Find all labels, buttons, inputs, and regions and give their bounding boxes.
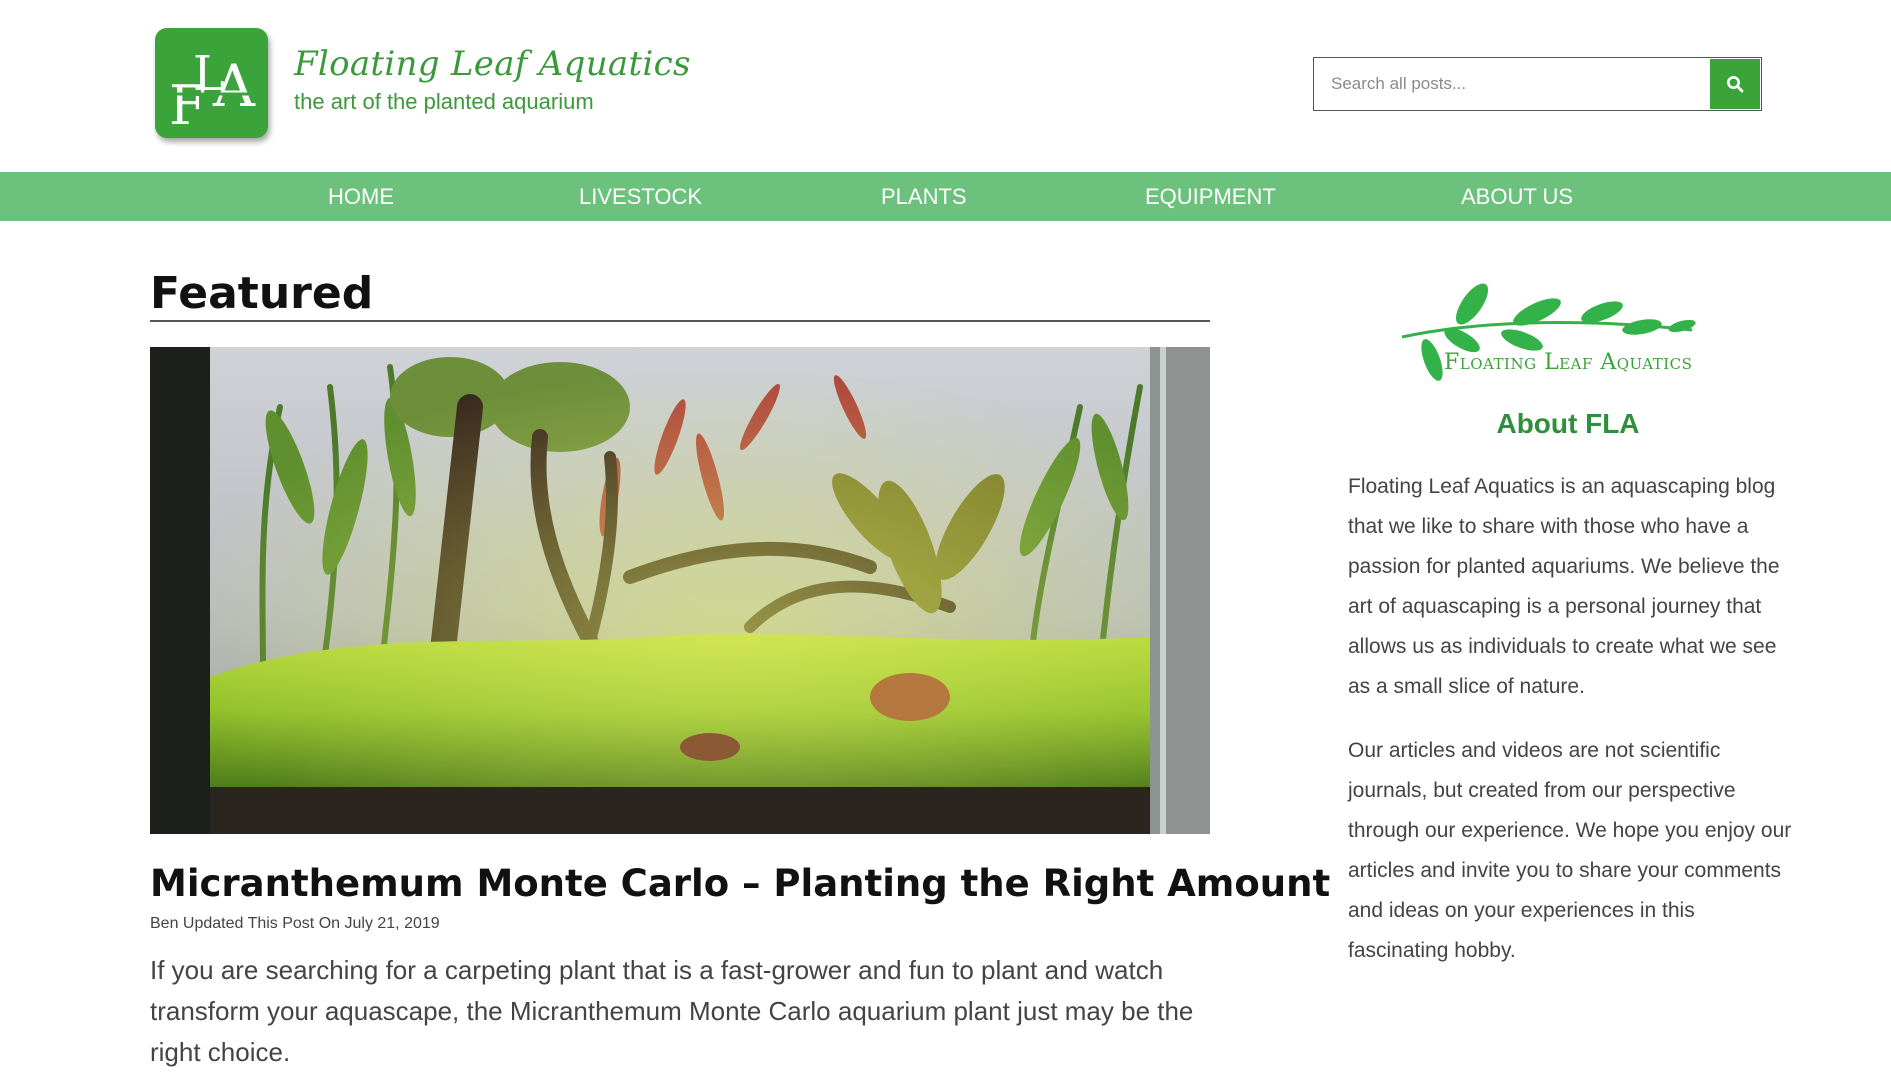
search-form: [1313, 57, 1762, 111]
about-paragraph-2: Our articles and videos are not scientif…: [1348, 739, 1792, 962]
nav-item-plants[interactable]: PLANTS: [881, 172, 967, 221]
aquarium-photo: [150, 347, 1210, 834]
nav-item-about-us[interactable]: ABOUT US: [1461, 172, 1573, 221]
site-header: F L A Floating Leaf Aquatics the art of …: [0, 0, 1891, 172]
search-icon: [1727, 76, 1744, 93]
search-button[interactable]: [1710, 59, 1760, 109]
search-input[interactable]: [1314, 58, 1710, 110]
nav-item-home[interactable]: HOME: [328, 172, 394, 221]
site-tagline: the art of the planted aquarium: [294, 89, 594, 114]
section-heading-featured: Featured: [150, 268, 374, 319]
nav-item-livestock[interactable]: LIVESTOCK: [579, 172, 702, 221]
svg-text:A: A: [212, 52, 256, 120]
featured-post-meta: Ben Updated This Post On July 21, 2019: [150, 915, 440, 932]
site-logo[interactable]: F L A: [155, 28, 268, 138]
featured-post-image[interactable]: [150, 347, 1210, 834]
leaf-branch-icon: [1401, 283, 1696, 381]
main-nav: HOME LIVESTOCK PLANTS EQUIPMENT ABOUT US: [0, 172, 1891, 221]
featured-post-excerpt: If you are searching for a carpeting pla…: [150, 955, 1194, 1067]
section-divider: [150, 320, 1210, 322]
site-title[interactable]: Floating Leaf Aquatics: [294, 44, 691, 84]
nav-item-equipment[interactable]: EQUIPMENT: [1145, 172, 1276, 221]
sidebar-logo: [1392, 282, 1722, 392]
sidebar-logo-text: Floating Leaf Aquatics: [1444, 350, 1693, 375]
featured-post-title[interactable]: Micranthemum Monte Carlo – Planting the …: [150, 862, 1330, 905]
about-heading: About FLA: [1496, 408, 1640, 439]
fla-logo-icon: F L A: [155, 46, 268, 137]
about-paragraph-1: Floating Leaf Aquatics is an aquascaping…: [1348, 475, 1780, 698]
